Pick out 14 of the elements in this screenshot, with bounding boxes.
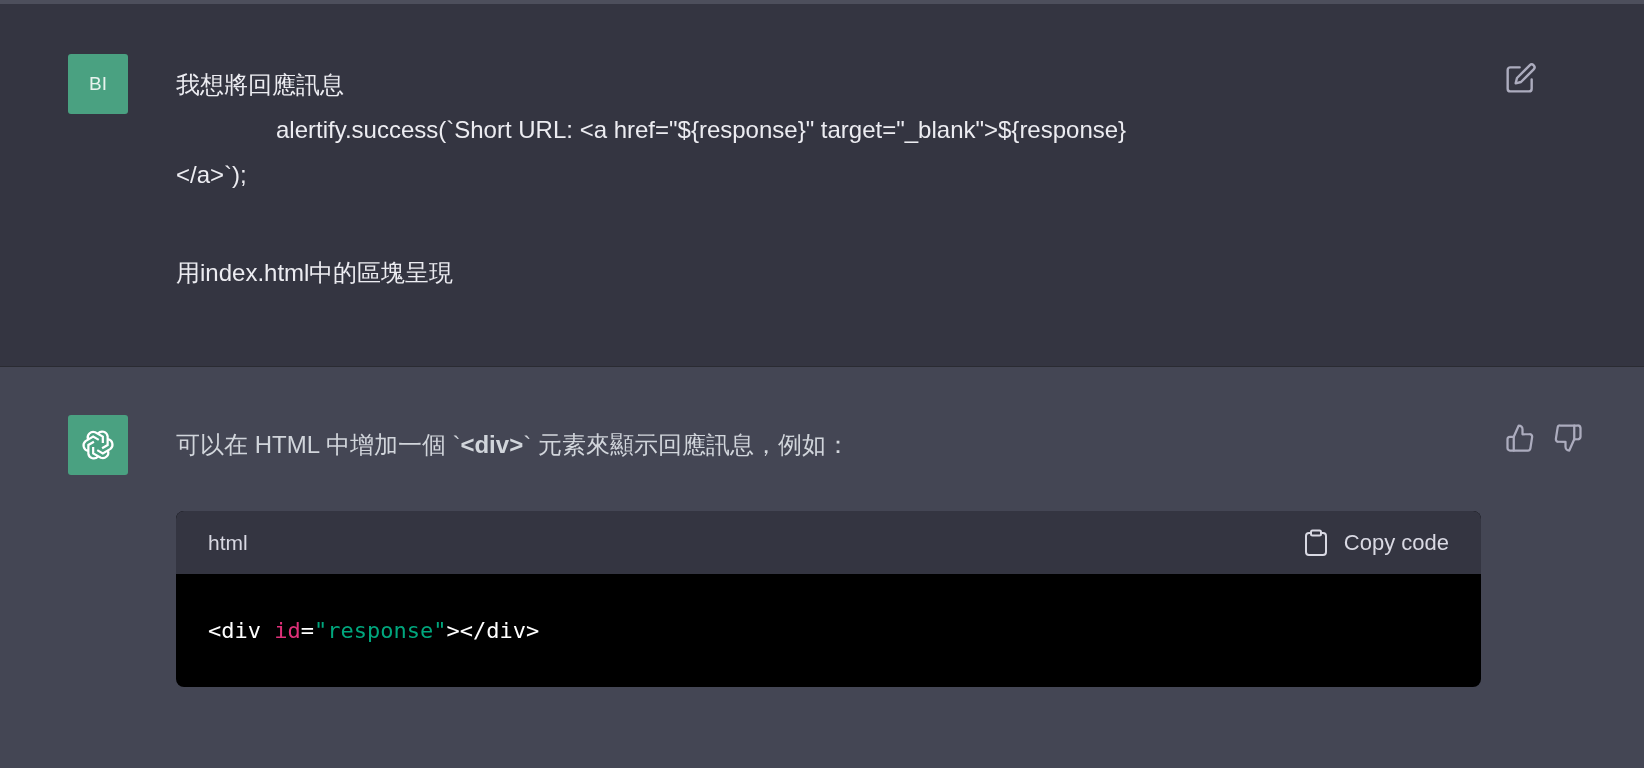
code-language: html [208, 530, 248, 555]
message-text: 我想將回應訊息 [176, 70, 345, 100]
copy-code-button[interactable]: Copy code [1303, 528, 1449, 557]
edit-icon[interactable] [1505, 62, 1537, 94]
thumbs-down-icon[interactable] [1553, 423, 1583, 453]
clipboard-icon [1303, 528, 1328, 557]
message-text: alertify.success(`Short URL: <a href="${response}" target="_blank">${response} [275, 115, 1128, 145]
user-avatar: BI [68, 54, 128, 114]
message-text: </a>`); [176, 160, 248, 190]
message-text: 用index.html中的區塊呈現 [176, 258, 455, 288]
message-text: 可以在 HTML 中增加一個 `<div>` 元素來顯示回應訊息，例如： [176, 430, 851, 460]
thumbs-up-icon[interactable] [1505, 423, 1535, 453]
assistant-avatar [68, 415, 128, 475]
code-line: <div id="response"></div> [208, 618, 540, 643]
